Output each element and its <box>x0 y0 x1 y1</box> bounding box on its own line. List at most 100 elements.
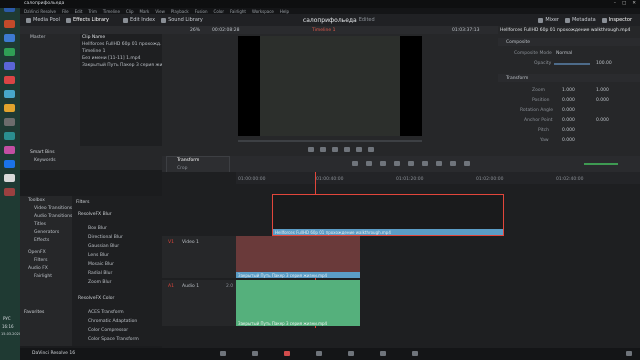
timeline-video-clip[interactable]: Закрытый Путь Пакер 3 серия жизни.mp4 <box>236 236 360 278</box>
menu-item[interactable]: Timeline <box>103 9 120 14</box>
media-pool-button[interactable]: Media Pool <box>26 17 60 23</box>
transform-x-value[interactable]: 0.000 <box>562 138 575 143</box>
overwrite-clip-icon[interactable] <box>408 161 414 166</box>
marker-icon[interactable] <box>464 161 470 166</box>
app-icon[interactable] <box>4 90 15 98</box>
effects-tree-item[interactable]: Fairlight <box>34 274 52 279</box>
viewer-frame[interactable] <box>238 36 422 136</box>
effects-tree-item[interactable]: Audio FX <box>28 266 48 271</box>
transform-y-value[interactable]: 0.000 <box>596 118 609 123</box>
app-icon[interactable] <box>4 34 15 42</box>
effect-item[interactable]: Lens Blur <box>88 253 109 258</box>
cut-page-icon[interactable] <box>252 351 258 356</box>
menu-item[interactable]: DaVinci Resolve <box>24 9 56 14</box>
menu-item[interactable]: Help <box>280 9 289 14</box>
menu-item[interactable]: File <box>62 9 69 14</box>
opacity-value[interactable]: 100.00 <box>596 61 612 66</box>
trim-tool-icon[interactable] <box>366 161 372 166</box>
effects-tree-item[interactable]: Filters <box>34 258 48 263</box>
menu-item[interactable]: Fairlight <box>230 9 246 14</box>
effects-tree-item[interactable]: Effects <box>34 238 49 243</box>
audio-track-name[interactable]: Audio 1 <box>182 284 199 289</box>
mixer-button[interactable]: Mixer <box>538 17 559 23</box>
menu-option-crop[interactable]: Crop <box>177 166 188 171</box>
transform-x-value[interactable]: 1.000 <box>562 88 575 93</box>
edit-page-icon[interactable] <box>284 351 290 356</box>
menu-item[interactable]: Fusion <box>195 9 208 14</box>
blade-tool-icon[interactable] <box>380 161 386 166</box>
composite-mode-select[interactable]: Normal <box>556 51 572 56</box>
snapping-icon[interactable] <box>422 161 428 166</box>
effect-item[interactable]: Radial Blur <box>88 271 112 276</box>
clip-item[interactable]: Закрытый Путь Пакер 3 серия жизни <box>82 63 171 68</box>
language-indicator[interactable]: РУС <box>3 316 11 321</box>
media-page-icon[interactable] <box>220 351 226 356</box>
effect-item[interactable]: Directional Blur <box>88 235 123 240</box>
audio-volume-slider[interactable] <box>584 163 618 165</box>
effect-item[interactable]: Color Compressor <box>88 328 128 333</box>
play-icon[interactable] <box>344 147 350 152</box>
effects-library-button[interactable]: Effects Library <box>65 17 109 23</box>
menu-item[interactable]: Color <box>214 9 224 14</box>
effects-tree-item[interactable]: OpenFX <box>28 250 46 255</box>
play-reverse-icon[interactable] <box>320 147 326 152</box>
fairlight-page-icon[interactable] <box>380 351 386 356</box>
menu-item[interactable]: Mark <box>140 9 150 14</box>
zoom-level[interactable]: 26% <box>190 28 200 33</box>
transform-x-value[interactable]: 0.000 <box>562 118 575 123</box>
skip-back-icon[interactable] <box>308 147 314 152</box>
favorites-title[interactable]: Favorites <box>24 310 44 315</box>
stop-icon[interactable] <box>332 147 338 152</box>
minimize-icon[interactable]: – <box>614 1 616 6</box>
sound-library-button[interactable]: Sound Library <box>161 17 203 23</box>
menu-item[interactable]: Workspace <box>252 9 274 14</box>
master-bin[interactable]: Master <box>30 35 45 40</box>
transform-x-value[interactable]: 0.000 <box>562 98 575 103</box>
app-icon[interactable] <box>4 174 15 182</box>
close-icon[interactable]: ✕ <box>632 1 636 6</box>
app-icon[interactable] <box>4 118 15 126</box>
skip-forward-icon[interactable] <box>356 147 362 152</box>
effects-tree-item[interactable]: Titles <box>34 222 46 227</box>
color-page-icon[interactable] <box>348 351 354 356</box>
timeline-audio-clip[interactable]: Закрытый Путь Пакер 3 серия жизни.mp4 <box>236 280 360 326</box>
app-icon[interactable] <box>4 62 15 70</box>
transform-y-value[interactable]: 1.000 <box>596 88 609 93</box>
link-icon[interactable] <box>436 161 442 166</box>
app-icon[interactable] <box>4 132 15 140</box>
clip-item[interactable]: Timeline 1 <box>82 49 105 54</box>
timeline-clip-upper[interactable]: Hellforces FullHD 60p 01 прохождение wal… <box>272 194 504 236</box>
effect-item[interactable]: ACES Transform <box>88 310 124 315</box>
app-icon[interactable] <box>4 104 15 112</box>
effects-tree-item[interactable]: Generators <box>34 230 59 235</box>
maximize-icon[interactable]: □ <box>622 1 626 6</box>
fusion-page-icon[interactable] <box>316 351 322 356</box>
edit-index-button[interactable]: Edit Index <box>123 17 155 23</box>
app-icon[interactable] <box>4 48 15 56</box>
app-icon[interactable] <box>4 188 15 196</box>
menu-item[interactable]: Clip <box>126 9 134 14</box>
effect-item[interactable]: Gaussian Blur <box>88 244 119 249</box>
timeline-ruler[interactable]: 01:00:00:00 01:00:40:00 01:01:20:00 01:0… <box>236 172 640 184</box>
opacity-slider[interactable] <box>554 63 590 65</box>
app-icon[interactable] <box>4 160 15 168</box>
viewer-scrubber[interactable] <box>238 140 422 142</box>
inspector-button[interactable]: Inspector <box>601 17 632 23</box>
selection-tool-icon[interactable] <box>352 161 358 166</box>
effects-tree-item[interactable]: Audio Transitions <box>34 214 72 219</box>
video-track-name[interactable]: Video 1 <box>182 240 199 245</box>
keywords-bin[interactable]: Keywords <box>34 158 56 163</box>
clip-item[interactable]: Hellforces FullHD 60p 01 прохожд... <box>82 42 164 47</box>
timeline-selector[interactable]: Timeline 1 <box>312 28 335 33</box>
flag-icon[interactable] <box>450 161 456 166</box>
menu-item[interactable]: Trim <box>88 9 97 14</box>
menu-option-transform[interactable]: Transform <box>177 158 199 163</box>
effects-tree-item[interactable]: Toolbox <box>28 198 45 203</box>
effect-item[interactable]: Color Space Transform <box>88 337 139 342</box>
effect-item[interactable]: Box Blur <box>88 226 107 231</box>
app-icon[interactable] <box>4 20 15 28</box>
transform-x-value[interactable]: 0.000 <box>562 128 575 133</box>
effect-item[interactable]: Zoom Blur <box>88 280 111 285</box>
effects-tree-item[interactable]: Video Transitions <box>34 206 72 211</box>
app-icon[interactable] <box>4 76 15 84</box>
